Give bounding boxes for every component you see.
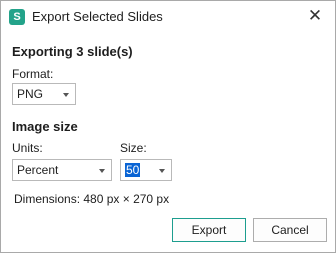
units-value: Percent [17, 163, 59, 177]
size-combobox[interactable]: 50 [120, 159, 172, 181]
chevron-down-icon [159, 169, 165, 173]
export-heading: Exporting 3 slide(s) [12, 44, 133, 59]
app-logo-icon: S [9, 9, 25, 25]
image-size-heading: Image size [12, 119, 78, 134]
dimensions-text: Dimensions: 480 px × 270 px [14, 192, 170, 206]
export-button[interactable]: Export [172, 218, 246, 242]
size-label: Size: [120, 141, 147, 155]
units-label: Units: [12, 141, 43, 155]
size-value[interactable]: 50 [125, 163, 141, 177]
units-select[interactable]: Percent [12, 159, 112, 181]
chevron-down-icon [99, 169, 105, 173]
close-icon[interactable]: ✕ [305, 6, 325, 26]
format-value: PNG [17, 87, 44, 101]
format-label: Format: [12, 67, 54, 81]
dialog-title: Export Selected Slides [32, 9, 163, 24]
chevron-down-icon [63, 93, 69, 97]
export-slides-dialog: S Export Selected Slides ✕ Exporting 3 s… [0, 0, 336, 253]
cancel-button[interactable]: Cancel [253, 218, 327, 242]
title-bar: S Export Selected Slides ✕ [1, 1, 335, 33]
format-select[interactable]: PNG [12, 83, 76, 105]
